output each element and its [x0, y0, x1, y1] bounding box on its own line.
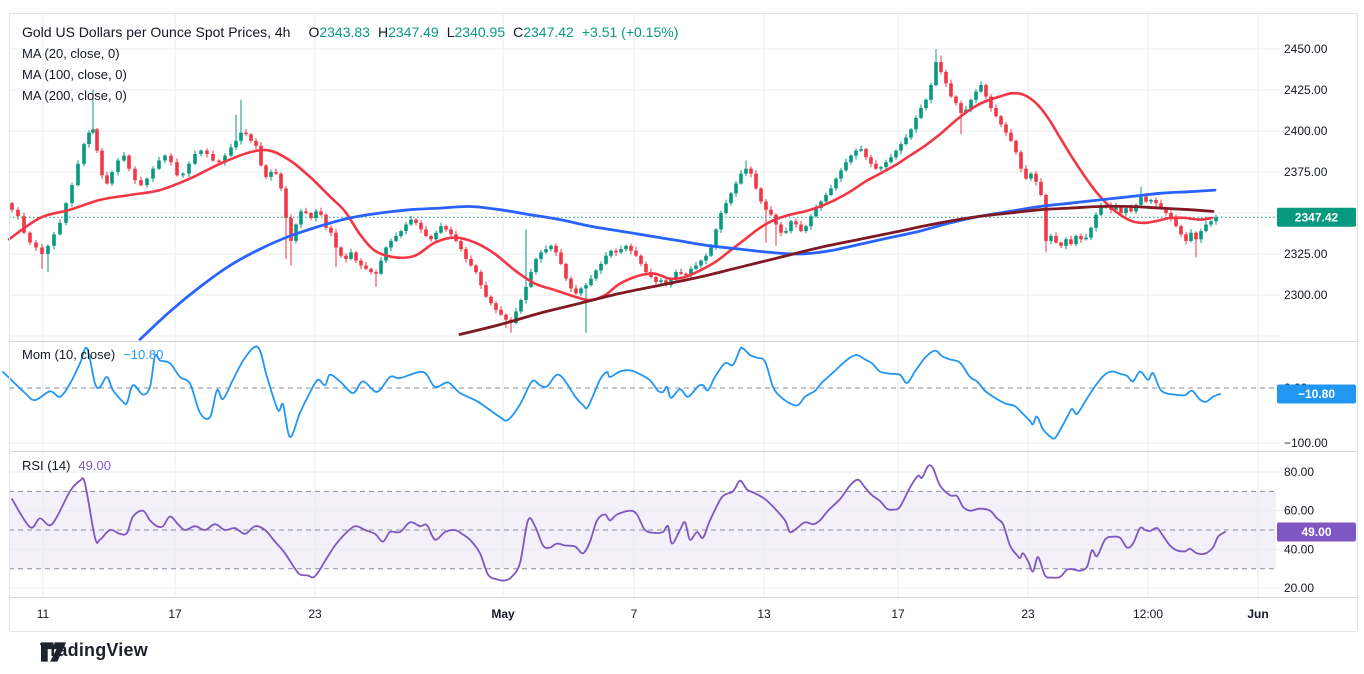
low-label: L [447, 24, 455, 40]
svg-text:17: 17 [891, 607, 905, 621]
symbol-title: Gold US Dollars per Ounce Spot Prices, 4… [22, 24, 290, 40]
momentum-value-badge: −10.80 [1277, 384, 1356, 403]
symbol-legend[interactable]: Gold US Dollars per Ounce Spot Prices, 4… [22, 24, 678, 40]
svg-text:−100.00: −100.00 [1284, 436, 1328, 450]
svg-text:17: 17 [168, 607, 182, 621]
high-label: H [378, 24, 388, 40]
svg-text:2347.42: 2347.42 [1295, 210, 1339, 224]
price-axis[interactable]: 2450.00 2425.00 2400.00 2375.00 2325.00 2300.… [1284, 42, 1328, 595]
svg-text:2400.00: 2400.00 [1284, 124, 1328, 138]
current-price-badge: 2347.42 [1277, 208, 1356, 227]
close-label: C [513, 24, 523, 40]
tradingview-chart-window: 2450.00 2425.00 2400.00 2375.00 2325.00 2300.… [0, 0, 1364, 674]
svg-text:80.00: 80.00 [1284, 465, 1314, 479]
ma20-line [9, 93, 1212, 300]
svg-text:40.00: 40.00 [1284, 542, 1314, 556]
rsi-value: 49.00 [78, 458, 111, 473]
svg-text:2325.00: 2325.00 [1284, 247, 1328, 261]
chart-canvas[interactable]: 2450.00 2425.00 2400.00 2375.00 2325.00 2300.… [0, 0, 1364, 636]
legend-momentum[interactable]: Mom (10, close) −10.80 [22, 347, 163, 362]
legend-rsi[interactable]: RSI (14) 49.00 [22, 458, 111, 473]
legend-ma200[interactable]: MA (200, close, 0) [22, 88, 127, 103]
svg-text:−10.80: −10.80 [1298, 387, 1335, 401]
svg-text:23: 23 [308, 607, 322, 621]
rsi-value-badge: 49.00 [1277, 522, 1356, 541]
change-value: +3.51 (+0.15%) [582, 24, 679, 40]
open-label: O [308, 24, 319, 40]
high-value: 2347.49 [388, 24, 439, 40]
candles [10, 49, 1218, 333]
close-value: 2347.42 [523, 24, 574, 40]
time-axis[interactable]: 11 17 23 May 7 13 17 23 12:00 Jun [37, 607, 1269, 621]
momentum-value: −10.80 [123, 347, 163, 362]
momentum-line [3, 347, 1220, 439]
legend-ma20[interactable]: MA (20, close, 0) [22, 46, 120, 61]
svg-text:11: 11 [37, 607, 50, 621]
svg-text:23: 23 [1021, 607, 1035, 621]
open-value: 2343.83 [319, 24, 370, 40]
svg-text:7: 7 [631, 607, 638, 621]
svg-text:60.00: 60.00 [1284, 504, 1314, 518]
svg-text:Jun: Jun [1247, 607, 1268, 621]
ma200-line [460, 206, 1213, 334]
low-value: 2340.95 [455, 24, 506, 40]
svg-text:May: May [491, 607, 515, 621]
svg-text:49.00: 49.00 [1301, 525, 1331, 539]
svg-text:2450.00: 2450.00 [1284, 42, 1328, 56]
ohlc-values: O2343.83 H2347.49 L2340.95 C2347.42 +3.51 (+… [300, 24, 678, 40]
svg-text:13: 13 [757, 607, 771, 621]
svg-text:20.00: 20.00 [1284, 581, 1314, 595]
tradingview-logo[interactable]: TradingView [40, 640, 148, 661]
svg-text:12:00: 12:00 [1133, 607, 1163, 621]
legend-ma100[interactable]: MA (100, close, 0) [22, 67, 127, 82]
svg-text:2375.00: 2375.00 [1284, 165, 1328, 179]
svg-text:2425.00: 2425.00 [1284, 83, 1328, 97]
momentum-label: Mom (10, close) [22, 347, 115, 362]
tradingview-logo-icon [40, 640, 67, 664]
rsi-label: RSI (14) [22, 458, 70, 473]
svg-text:2300.00: 2300.00 [1284, 288, 1328, 302]
